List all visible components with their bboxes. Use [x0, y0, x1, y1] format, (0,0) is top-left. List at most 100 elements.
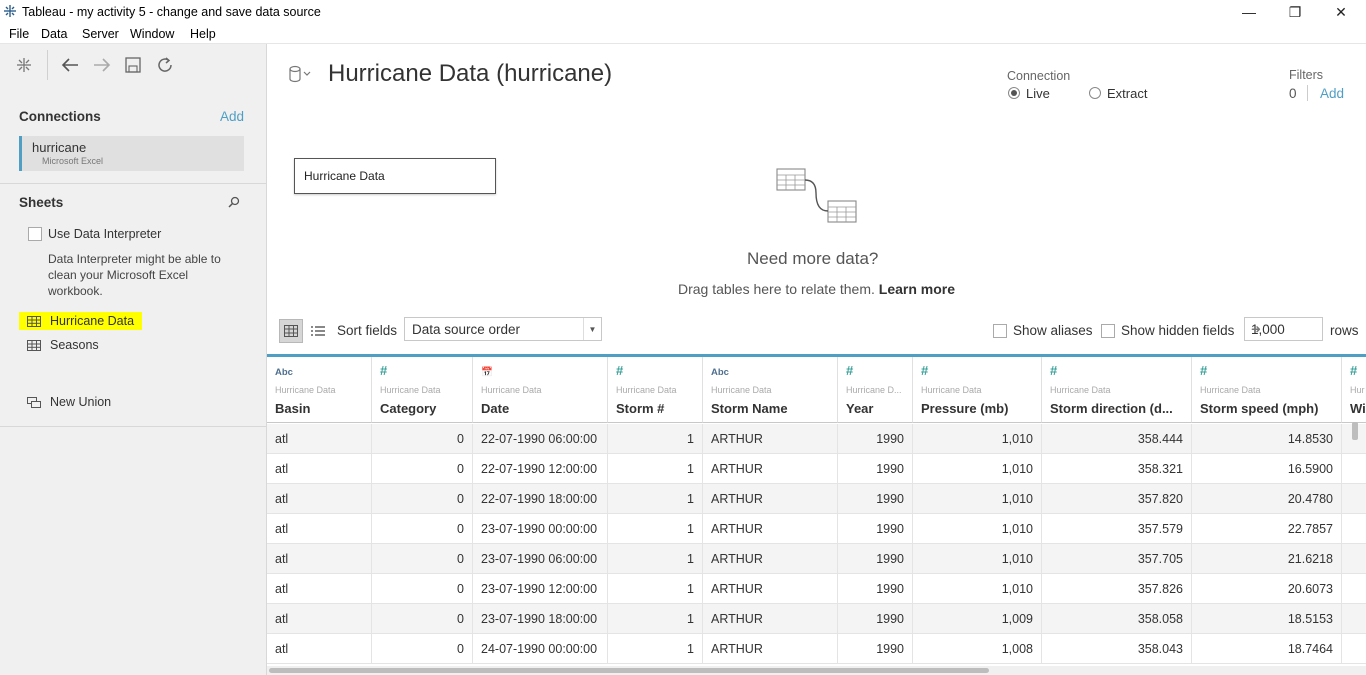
column-header[interactable]: 📅 Hurricane Data Date	[473, 357, 608, 423]
table-cell: 0	[372, 484, 473, 514]
main-area: Hurricane Data (hurricane) Connection Li…	[267, 44, 1366, 675]
column-source: Hurricane Data	[481, 385, 542, 395]
divider	[0, 183, 266, 184]
connection-type: Microsoft Excel	[42, 156, 104, 166]
datasource-cylinder-icon[interactable]	[288, 65, 314, 83]
table-cell: atl	[267, 574, 372, 604]
number-type-icon[interactable]: #	[1200, 363, 1207, 378]
table-cell: 1,010	[913, 424, 1042, 454]
table-cell: 1,010	[913, 514, 1042, 544]
datetime-type-icon[interactable]: 📅	[481, 367, 493, 378]
table-cell: atl	[267, 424, 372, 454]
add-filter-link[interactable]: Add	[1320, 86, 1344, 101]
column-name: Basin	[275, 401, 311, 416]
list-view-icon[interactable]	[306, 319, 330, 343]
menu-data[interactable]: Data	[41, 27, 67, 41]
live-label: Live	[1026, 86, 1050, 101]
number-type-icon[interactable]: #	[1050, 363, 1057, 378]
sort-fields-select[interactable]: Data source order ▼	[404, 317, 602, 341]
string-type-icon[interactable]: Abc	[275, 367, 293, 378]
show-hidden-fields-checkbox[interactable]	[1101, 324, 1115, 338]
string-type-icon[interactable]: Abc	[711, 367, 729, 378]
number-type-icon[interactable]: #	[921, 363, 928, 378]
table-cell: 1,008	[913, 634, 1042, 664]
table-cell: 0	[372, 634, 473, 664]
table-cell: 14.8530	[1192, 424, 1342, 454]
window-title: Tableau - my activity 5 - change and sav…	[22, 5, 321, 19]
table-cell: 357.579	[1042, 514, 1192, 544]
learn-more-link[interactable]: Learn more	[879, 281, 955, 297]
connection-item-hurricane[interactable]: hurricane Microsoft Excel	[19, 136, 244, 171]
table-cell: 23-07-1990 12:00:00	[473, 574, 608, 604]
column-header[interactable]: Abc Hurricane Data Basin	[267, 357, 372, 423]
live-radio[interactable]	[1008, 87, 1020, 99]
vertical-scrollbar[interactable]	[1352, 422, 1358, 440]
column-name: Category	[380, 401, 437, 416]
minimize-button[interactable]: —	[1226, 0, 1272, 24]
save-icon[interactable]	[122, 54, 144, 76]
rows-input[interactable]: 1,000 ➜	[1244, 317, 1323, 341]
new-union-label: New Union	[50, 395, 112, 409]
menu-window[interactable]: Window	[130, 27, 174, 41]
show-aliases-checkbox[interactable]	[993, 324, 1007, 338]
column-header[interactable]: # Hurricane Data Storm #	[608, 357, 703, 423]
canvas-table-hurricane-data[interactable]: Hurricane Data	[294, 158, 496, 194]
close-button[interactable]: ✕	[1318, 0, 1364, 24]
menu-file[interactable]: File	[9, 27, 29, 41]
restore-button[interactable]: ❐	[1272, 0, 1318, 24]
new-union-item[interactable]: New Union	[19, 393, 111, 411]
table-cell: 1	[608, 604, 703, 634]
column-header[interactable]: # Hur Wi	[1342, 357, 1366, 423]
grid-view-icon[interactable]	[279, 319, 303, 343]
menu-help[interactable]: Help	[190, 27, 216, 41]
extract-radio[interactable]	[1089, 87, 1101, 99]
table-cell: 357.820	[1042, 484, 1192, 514]
column-header[interactable]: # Hurricane D... Year	[838, 357, 913, 423]
need-more-data-heading: Need more data?	[747, 249, 879, 268]
tableau-logo-icon	[4, 5, 16, 17]
number-type-icon[interactable]: #	[380, 363, 387, 378]
refresh-icon[interactable]	[154, 54, 176, 76]
back-arrow-icon[interactable]	[59, 54, 81, 76]
column-header[interactable]: # Hurricane Data Pressure (mb)	[913, 357, 1042, 423]
table-cell: 1,010	[913, 574, 1042, 604]
sort-fields-label: Sort fields	[337, 323, 398, 338]
column-source: Hurricane D...	[846, 385, 902, 395]
search-icon[interactable]	[227, 195, 241, 209]
column-header[interactable]: # Hurricane Data Storm speed (mph)	[1192, 357, 1342, 423]
column-header[interactable]: # Hurricane Data Storm direction (d...	[1042, 357, 1192, 423]
horizontal-scrollbar[interactable]	[267, 666, 1366, 675]
left-pane: Connections Add hurricane Microsoft Exce…	[0, 44, 267, 675]
table-cell: 0	[372, 514, 473, 544]
table-cell: 22-07-1990 18:00:00	[473, 484, 608, 514]
number-type-icon[interactable]: #	[616, 363, 623, 378]
sheet-item-seasons[interactable]: Seasons	[19, 336, 99, 354]
table-cell: 0	[372, 544, 473, 574]
table-cell: 357.826	[1042, 574, 1192, 604]
table-cell: 358.043	[1042, 634, 1192, 664]
column-header[interactable]: Abc Hurricane Data Storm Name	[703, 357, 838, 423]
table-cell	[1342, 454, 1366, 484]
sheet-item-hurricane-data[interactable]: Hurricane Data	[19, 312, 143, 330]
column-source: Hurricane Data	[711, 385, 772, 395]
number-type-icon[interactable]: #	[846, 363, 853, 378]
table-cell: 1990	[838, 544, 913, 574]
table-cell: atl	[267, 514, 372, 544]
forward-arrow-icon[interactable]	[91, 54, 113, 76]
column-header[interactable]: # Hurricane Data Category	[372, 357, 473, 423]
datasource-title[interactable]: Hurricane Data (hurricane)	[328, 60, 612, 88]
horizontal-scrollbar-thumb[interactable]	[269, 668, 989, 673]
data-interpreter-checkbox[interactable]	[28, 227, 42, 241]
table-row: atl 0 22-07-1990 06:00:00 1 ARTHUR 1990 1,010 3…	[267, 424, 1366, 454]
menu-server[interactable]: Server	[82, 27, 119, 41]
add-connection-link[interactable]: Add	[220, 109, 244, 124]
column-source: Hurricane Data	[1050, 385, 1111, 395]
tableau-home-icon[interactable]	[13, 54, 35, 76]
table-cell: 357.705	[1042, 544, 1192, 574]
table-cell	[1342, 544, 1366, 574]
table-cell: ARTHUR	[703, 514, 838, 544]
table-cell: 0	[372, 424, 473, 454]
number-type-icon[interactable]: #	[1350, 363, 1357, 378]
arrow-right-icon[interactable]: ➜	[1251, 322, 1317, 336]
title-bar: Tableau - my activity 5 - change and sav…	[0, 0, 1366, 24]
